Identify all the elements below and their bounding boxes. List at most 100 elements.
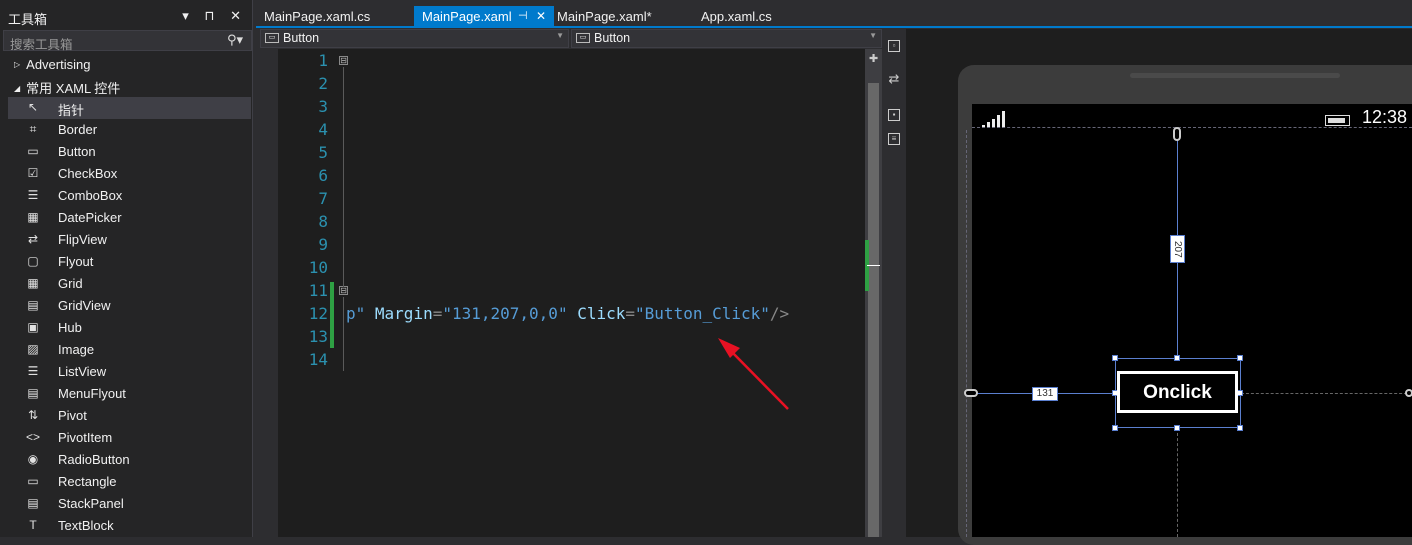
resize-handle-s[interactable] [1174,425,1180,431]
editor-indicator-margin [260,49,278,537]
xaml-code-editor[interactable]: 1 2 3 4 5 6 7 8 9 10 11 12 13 14 ⊟ ⊟ p" Margin="131,2… [260,49,865,537]
toolbox-item-grid[interactable]: ▦ Grid [8,273,251,295]
resize-handle-n[interactable] [1174,355,1180,361]
line-number: 9 [318,235,328,254]
toolbox-item-image[interactable]: ▨ Image [8,339,251,361]
toolbox-item-checkbox[interactable]: ☑ CheckBox [8,163,251,185]
tab-mainpage-xaml-cs[interactable]: MainPage.xaml.cs [256,6,378,28]
element-dropdown-left[interactable]: ▭ Button ▼ [260,29,569,48]
toolbox-item-label: Flyout [58,254,94,269]
hub-icon: ▣ [27,320,39,334]
left-anchor-handle[interactable] [964,389,978,397]
toolbox-panel: 工具箱 ▾ ⊓ ✕ 搜索工具箱 ⚲▾ ▷ Advertising ◢ 常用 XAML… [0,0,253,537]
bottom-margin-guide [1177,428,1178,537]
toolbox-item-gridview[interactable]: ▤ GridView [8,295,251,317]
tab-mainpage-xaml[interactable]: MainPage.xaml ⊣ ✕ [414,6,554,28]
line-number: 11 [308,281,328,300]
fold-toggle-line11[interactable]: ⊟ [339,286,348,295]
right-anchor-handle[interactable] [1405,389,1412,397]
swap-panes-icon[interactable]: ⇄ [888,72,900,86]
button-element-icon: ▭ [265,33,279,43]
toolbox-title: 工具箱 [8,12,48,27]
xaml-view-icon[interactable]: ≡ [888,133,900,145]
toolbox-item-pivotitem[interactable]: <> PivotItem [8,427,251,449]
toolbox-item-flipview[interactable]: ⇄ FlipView [8,229,251,251]
search-icon[interactable]: ⚲▾ [227,32,243,48]
pivotitem-icon: <> [26,430,41,444]
toolbox-item-button[interactable]: ▭ Button [8,141,251,163]
toolbox-window-controls[interactable]: ▾ ⊓ ✕ [182,8,247,24]
line-number: 4 [318,120,328,139]
close-icon[interactable]: ✕ [536,9,546,23]
toolbox-item-label: Grid [58,276,83,291]
resize-handle-ne[interactable] [1237,355,1243,361]
fold-toggle-line1[interactable]: ⊟ [339,56,348,65]
line-number: 2 [318,74,328,93]
status-clock: 12:38 [1362,107,1408,127]
toolbox-item-combobox[interactable]: ☰ ComboBox [8,185,251,207]
red-arrow-annotation [718,338,789,410]
image-icon: ▨ [27,342,39,356]
toolbox-item-label: PivotItem [58,430,113,445]
code-line-12[interactable]: p" Margin="131,207,0,0" Click="Button_Cl… [346,304,789,323]
resize-handle-nw[interactable] [1112,355,1118,361]
button-element-icon: ▭ [576,33,590,43]
toolbox-item-menuflyout[interactable]: ▤ MenuFlyout [8,383,251,405]
design-view-icon[interactable]: ▪ [888,109,900,121]
toolbox-item-radiobutton[interactable]: ◉ RadioButton [8,449,251,471]
toolbox-item-pointer[interactable]: ↖ 指针 [8,97,251,119]
toolbox-item-label: Hub [58,320,82,335]
editor-vertical-scrollbar[interactable]: ✚ [865,49,882,537]
right-margin-guide [1241,393,1412,394]
toolbox-item-border[interactable]: ⌗ Border [8,119,251,141]
toolbox-item-label: Pivot [58,408,87,423]
toolbox-item-pivot[interactable]: ⇅ Pivot [8,405,251,427]
onclick-button-preview[interactable]: Onclick [1117,371,1238,413]
toolbox-item-label: DatePicker [58,210,122,225]
toolbox-item-label: Button [58,144,96,159]
toolbox-item-flyout[interactable]: ▢ Flyout [8,251,251,273]
toolbox-item-stackpanel[interactable]: ▤ StackPanel [8,493,251,515]
toolbox-item-label: ListView [58,364,107,379]
tab-mainpage-xaml-modified[interactable]: MainPage.xaml* [549,6,660,28]
rectangle-icon: ▭ [27,474,39,488]
category-advertising[interactable]: ▷ Advertising [14,57,90,72]
pivot-icon: ⇅ [27,408,39,422]
toolbox-item-label: Rectangle [58,474,117,489]
toolbox-item-datepicker[interactable]: ▦ DatePicker [8,207,251,229]
line-number: 5 [318,143,328,162]
toolbox-item-listview[interactable]: ☰ ListView [8,361,251,383]
toolbox-item-hub[interactable]: ▣ Hub [8,317,251,339]
expanded-triangle-icon: ◢ [14,84,21,93]
toolbox-item-rectangle[interactable]: ▭ Rectangle [8,471,251,493]
line-number: 6 [318,166,328,185]
grid-icon: ▦ [27,276,39,290]
element-dropdown-right[interactable]: ▭ Button ▼ [571,29,882,48]
toolbox-item-label: RadioButton [58,452,130,467]
toolbox-search-input[interactable]: 搜索工具箱 ⚲▾ [3,30,252,52]
document-tabs: MainPage.xaml.cs MainPage.xaml ⊣ ✕ MainP… [256,4,1412,28]
pin-icon[interactable]: ⊣ [518,9,528,22]
tab-app-xaml-cs[interactable]: App.xaml.cs [693,6,780,28]
chevron-down-icon: ▼ [869,31,877,40]
top-anchor-handle[interactable] [1173,127,1181,141]
line-number: 13 [308,327,328,346]
toolbox-item-textblock[interactable]: T TextBlock [8,515,251,537]
top-margin-label: 207 [1170,235,1185,263]
split-editor-icon[interactable]: ✚ [869,52,878,65]
line-number: 7 [318,189,328,208]
line-number: 8 [318,212,328,231]
resize-handle-se[interactable] [1237,425,1243,431]
line-number: 1 [318,51,328,70]
line-number: 3 [318,97,328,116]
scrollbar-thumb[interactable] [868,83,879,537]
phone-screen[interactable] [972,104,1412,537]
menuflyout-icon: ▤ [27,386,39,400]
category-common-xaml[interactable]: ◢ 常用 XAML 控件 [14,78,120,97]
split-view-icon[interactable]: ▫ [888,40,900,52]
resize-handle-sw[interactable] [1112,425,1118,431]
checkbox-icon: ☑ [27,166,39,180]
change-indicator-bar [330,282,334,348]
flyout-icon: ▢ [27,254,39,268]
listview-icon: ☰ [27,364,39,378]
